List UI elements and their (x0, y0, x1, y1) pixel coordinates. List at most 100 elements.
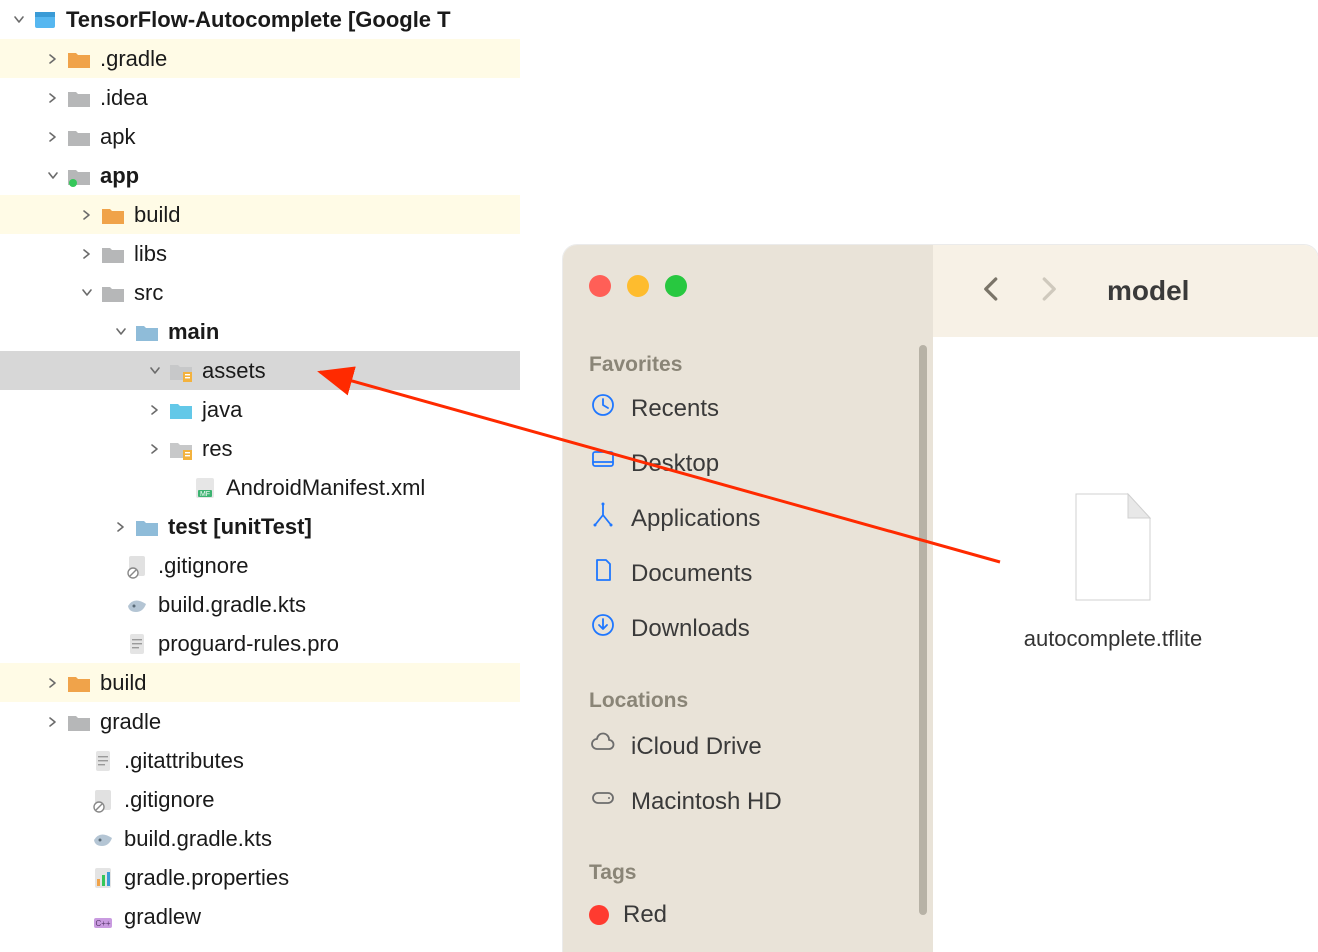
tree-item[interactable]: .gitignore (0, 780, 520, 819)
chevron-right-icon[interactable] (78, 245, 96, 263)
sidebar-item[interactable]: Downloads (589, 611, 750, 646)
chevron-right-icon[interactable] (44, 128, 62, 146)
tree-item[interactable]: apk (0, 117, 520, 156)
tree-item[interactable]: java (0, 390, 520, 429)
chevron-down-icon[interactable] (146, 362, 164, 380)
manifest-icon: MF (192, 475, 218, 501)
tree-item-label: test [unitTest] (168, 514, 312, 540)
sidebar-item[interactable]: iCloud Drive (589, 729, 762, 764)
tree-item[interactable]: .idea (0, 78, 520, 117)
chevron-right-icon[interactable] (78, 206, 96, 224)
ide-project-tree: TensorFlow-Autocomplete [Google T.gradle… (0, 0, 520, 952)
tree-item-label: build (100, 670, 146, 696)
sidebar-item[interactable]: Red (589, 901, 667, 929)
tree-item[interactable]: build (0, 663, 520, 702)
tree-item-label: gradlew (124, 904, 201, 930)
folder-res-icon (168, 436, 194, 462)
tree-item-label: .gitignore (124, 787, 215, 813)
chevron-down-icon[interactable] (10, 11, 28, 29)
close-icon[interactable] (589, 275, 611, 297)
apps-icon (589, 501, 617, 536)
tree-item-label: proguard-rules.pro (158, 631, 339, 657)
folder-blue-icon (134, 514, 160, 540)
minimize-icon[interactable] (627, 275, 649, 297)
tree-item-label: src (134, 280, 163, 306)
chevron-down-icon[interactable] (112, 323, 130, 341)
desktop-icon (589, 446, 617, 481)
tree-item[interactable]: .gradle (0, 39, 520, 78)
chevron-right-icon[interactable] (44, 713, 62, 731)
svg-text:C++: C++ (95, 919, 110, 928)
tree-item[interactable]: main (0, 312, 520, 351)
sidebar-item[interactable]: Applications (589, 501, 760, 536)
tree-item[interactable]: build.gradle.kts (0, 585, 520, 624)
tree-item-label: libs (134, 241, 167, 267)
scrollbar[interactable] (919, 345, 927, 915)
sidebar-item[interactable]: Recents (589, 391, 719, 426)
tree-item-label: build (134, 202, 180, 228)
tree-item[interactable]: .gitignore (0, 546, 520, 585)
tree-item[interactable]: test [unitTest] (0, 507, 520, 546)
sidebar-item[interactable]: Desktop (589, 446, 719, 481)
sidebar-item-label: Recents (631, 395, 719, 423)
chevron-right-icon[interactable] (112, 518, 130, 536)
tree-item-label: java (202, 397, 242, 423)
folder-green-icon (66, 163, 92, 189)
gitignore-icon (90, 787, 116, 813)
folder-blue-icon (134, 319, 160, 345)
folder-cyan-icon (168, 397, 194, 423)
tree-item[interactable]: gradle.properties (0, 858, 520, 897)
tree-item[interactable]: libs (0, 234, 520, 273)
sidebar-item-label: Desktop (631, 450, 719, 478)
file-label: autocomplete.tflite (1003, 624, 1223, 654)
tree-item[interactable]: src (0, 273, 520, 312)
file-icon (1070, 492, 1156, 604)
tree-item[interactable]: .gitattributes (0, 741, 520, 780)
chevron-right-icon[interactable] (146, 440, 164, 458)
folder-gray-icon (66, 124, 92, 150)
tree-item-label: gradle (100, 709, 161, 735)
cpp-icon: C++ (90, 904, 116, 930)
sidebar-item[interactable]: Macintosh HD (589, 784, 782, 819)
sidebar-item-label: Documents (631, 560, 752, 588)
sidebar-item[interactable]: Documents (589, 556, 752, 591)
favorites-heading: Favorites (589, 353, 682, 377)
back-button[interactable] (977, 274, 1007, 309)
tree-item[interactable]: build (0, 195, 520, 234)
gradle-props-icon (90, 865, 116, 891)
chevron-down-icon[interactable] (44, 167, 62, 185)
locations-heading: Locations (589, 689, 688, 713)
tree-item[interactable]: proguard-rules.pro (0, 624, 520, 663)
sidebar-item-label: iCloud Drive (631, 733, 762, 761)
tree-item[interactable]: app (0, 156, 520, 195)
tree-item[interactable]: gradle (0, 702, 520, 741)
chevron-right-icon[interactable] (44, 50, 62, 68)
sidebar-item-label: Applications (631, 505, 760, 533)
tree-item-label: app (100, 163, 139, 189)
svg-text:MF: MF (200, 491, 210, 498)
chevron-down-icon[interactable] (78, 284, 96, 302)
finder-sidebar: Favorites Recents Desktop Applications Docu… (563, 245, 933, 952)
window-traffic-lights[interactable] (589, 275, 687, 297)
disk-icon (589, 784, 617, 819)
tree-item[interactable]: TensorFlow-Autocomplete [Google T (0, 0, 520, 39)
chevron-right-icon[interactable] (146, 401, 164, 419)
tree-item[interactable]: C++ gradlew (0, 897, 520, 936)
chevron-right-icon[interactable] (44, 89, 62, 107)
forward-button[interactable] (1033, 274, 1063, 309)
cloud-icon (589, 729, 617, 764)
folder-gray-icon (100, 241, 126, 267)
finder-title: model (1107, 275, 1189, 307)
tree-item[interactable]: assets (0, 351, 520, 390)
tree-item-label: .gitignore (158, 553, 249, 579)
chevron-right-icon[interactable] (44, 674, 62, 692)
folder-gray-icon (66, 709, 92, 735)
text-icon (124, 631, 150, 657)
tree-item[interactable]: build.gradle.kts (0, 819, 520, 858)
gradle-kts-icon (124, 592, 150, 618)
tree-item[interactable]: res (0, 429, 520, 468)
tree-item[interactable]: MFAndroidManifest.xml (0, 468, 520, 507)
maximize-icon[interactable] (665, 275, 687, 297)
folder-orange-icon (66, 670, 92, 696)
file-item[interactable]: autocomplete.tflite (1003, 492, 1223, 654)
